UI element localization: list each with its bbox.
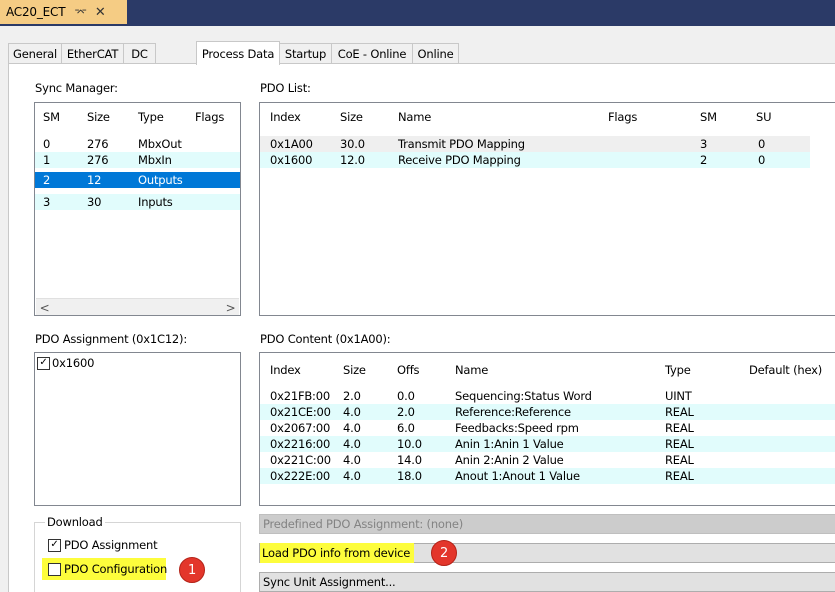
document-tab-title: AC20_ECT (6, 5, 66, 19)
close-icon[interactable]: ✕ (95, 5, 106, 20)
column-header[interactable]: Flags (195, 108, 224, 126)
pdo-list-header: Index Size Name Flags SM SU (260, 108, 835, 126)
download-group (34, 522, 241, 592)
tab-dc[interactable]: DC (123, 43, 156, 63)
scroll-left-icon[interactable]: < (36, 299, 53, 315)
pdo-content-row[interactable]: 0x2067:00 4.0 6.0 Feedbacks:Speed rpm RE… (260, 420, 835, 436)
column-header[interactable]: Flags (608, 108, 637, 126)
column-header[interactable]: Index (270, 108, 301, 126)
pdo-assignment-checkbox-label: PDO Assignment (64, 538, 158, 552)
tab-coe-online[interactable]: CoE - Online (331, 43, 413, 63)
horizontal-scrollbar[interactable]: < > (36, 298, 239, 315)
load-pdo-info-label: Load PDO info from device (260, 543, 415, 563)
column-header[interactable]: Default (hex) (749, 361, 822, 379)
pdo-assignment-list[interactable]: ✓ 0x1600 (34, 352, 241, 506)
sync-manager-row[interactable]: 0 276 MbxOut (35, 136, 240, 152)
column-header[interactable]: Index (270, 361, 301, 379)
pin-icon[interactable]: ⌤ (74, 6, 87, 19)
pdo-content-header: Index Size Offs Name Type Default (hex) (260, 361, 835, 379)
pdo-content-label: PDO Content (0x1A00): (260, 332, 391, 346)
pdo-content-list[interactable]: Index Size Offs Name Type Default (hex) … (259, 352, 835, 506)
tab-process-data[interactable]: Process Data (196, 41, 280, 65)
tab-general[interactable]: General (8, 43, 62, 63)
pdo-content-row[interactable]: 0x21CE:00 4.0 2.0 Reference:Reference RE… (260, 404, 835, 420)
pdo-list[interactable]: Index Size Name Flags SM SU 0x1A00 30.0 … (259, 102, 835, 316)
sync-manager-row-selected[interactable]: 2 12 Outputs (35, 172, 240, 188)
download-group-title: Download (45, 515, 105, 529)
pdo-content-row[interactable]: 0x21FB:00 2.0 0.0 Sequencing:Status Word… (260, 388, 835, 404)
column-header[interactable]: SU (756, 108, 772, 126)
pdo-configuration-checkbox-label: PDO Configuration (64, 562, 168, 576)
pdo-assignment-item-checkbox[interactable]: ✓ (37, 356, 50, 370)
sync-unit-assignment-button[interactable]: Sync Unit Assignment... (259, 572, 835, 592)
pdo-list-row[interactable]: 0x1A00 30.0 Transmit PDO Mapping 3 0 (260, 136, 810, 152)
column-header[interactable]: Name (455, 361, 488, 379)
pdo-content-row[interactable]: 0x221C:00 4.0 14.0 Anin 2:Anin 2 Value R… (260, 452, 835, 468)
pdo-assignment-item[interactable]: ✓ 0x1600 (37, 356, 94, 370)
callout-badge-1: 1 (179, 557, 205, 583)
sync-manager-label: Sync Manager: (35, 81, 118, 95)
column-header[interactable]: SM (43, 108, 60, 126)
column-header[interactable]: Type (665, 361, 691, 379)
pdo-content-row[interactable]: 0x222E:00 4.0 18.0 Anout 1:Anout 1 Value… (260, 468, 835, 484)
load-pdo-info-button[interactable]: Load PDO info from device (259, 543, 835, 563)
column-header[interactable]: SM (700, 108, 717, 126)
pdo-list-row[interactable]: 0x1600 12.0 Receive PDO Mapping 2 0 (260, 152, 810, 168)
column-header[interactable]: Size (87, 108, 110, 126)
column-header[interactable]: Size (343, 361, 366, 379)
download-pdo-configuration[interactable]: PDO Configuration (48, 562, 167, 576)
pdo-assignment-item-label: 0x1600 (52, 356, 95, 370)
download-pdo-assignment[interactable]: ✓ PDO Assignment (48, 538, 158, 552)
tab-ethercat[interactable]: EtherCAT (61, 43, 124, 63)
pdo-configuration-checkbox[interactable] (48, 562, 61, 576)
document-tab[interactable]: AC20_ECT ⌤ ✕ (0, 0, 127, 26)
sync-manager-list[interactable]: SM Size Type Flags 0 276 MbxOut 1 276 Mb… (34, 102, 241, 316)
pdo-assignment-label: PDO Assignment (0x1C12): (35, 332, 188, 346)
pdo-assignment-checkbox[interactable]: ✓ (48, 538, 61, 552)
column-header[interactable]: Name (398, 108, 431, 126)
callout-badge-2: 2 (431, 540, 457, 566)
tab-online[interactable]: Online (412, 43, 459, 63)
column-header[interactable]: Type (138, 108, 164, 126)
scroll-right-icon[interactable]: > (222, 299, 239, 315)
column-header[interactable]: Offs (397, 361, 420, 379)
pdo-content-row[interactable]: 0x2216:00 4.0 10.0 Anin 1:Anin 1 Value R… (260, 436, 835, 452)
sync-manager-row[interactable]: 3 30 Inputs (35, 194, 240, 210)
tab-startup[interactable]: Startup (279, 43, 332, 63)
predefined-pdo-assignment-dropdown[interactable]: Predefined PDO Assignment: (none) (259, 514, 835, 534)
sync-manager-header: SM Size Type Flags (35, 108, 240, 126)
sync-manager-row[interactable]: 1 276 MbxIn (35, 152, 240, 168)
column-header[interactable]: Size (340, 108, 363, 126)
pdo-list-label: PDO List: (260, 81, 311, 95)
